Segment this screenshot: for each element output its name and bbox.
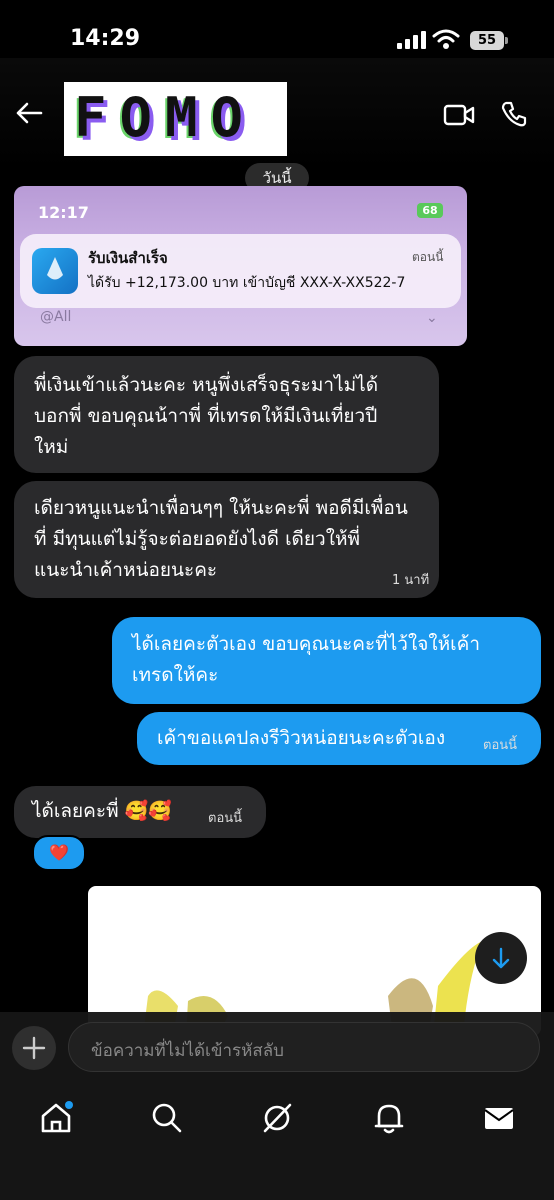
messages-envelope-icon[interactable] [481,1100,517,1136]
screenshot-mention: @All [40,309,72,325]
message-timestamp: ตอนนี้ [208,811,243,826]
scroll-to-bottom-button[interactable] [475,932,527,984]
search-icon[interactable] [149,1100,185,1136]
signal-icon [397,31,426,49]
notification-body: ได้รับ +12,173.00 บาท เข้าบัญชี XXX-X-XX… [88,275,406,291]
add-attachment-button[interactable] [12,1026,56,1070]
message-line: เดียวหนูแนะนำเพื่อนๆๆ ให้นะคะพี่ พอดีมีเ… [34,497,408,519]
message-line: ที่ มีทุนแต่ไม่รู้จะต่อยอดยังไงดี เดียวใ… [34,528,361,550]
message-line: พี่เงินเข้าแล้วนะคะ หนูพึ่งเสร็จธุระมาไม… [34,374,379,396]
message-line: ได้เลยคะพี่ 🥰🥰 [32,800,172,822]
message-bubble[interactable]: พี่เงินเข้าแล้วนะคะ หนูพึ่งเสร็จธุระมาไม… [14,356,439,473]
heart-reaction[interactable]: ❤️ [32,835,86,871]
bank-app-icon [32,248,78,294]
group-title[interactable]: FOMO [74,86,256,149]
message-timestamp: 1 นาที [392,573,430,588]
home-icon[interactable] [38,1100,74,1136]
message-line: ใหม่ [34,436,69,458]
message-line: เค้าขอแคปลงรีวิวหน่อยนะคะตัวเอง [157,727,446,749]
message-line: บอกพี่ ขอบคุณน้าาพี่ ที่เทรดให้มีเงินเที… [34,405,378,427]
message-bubble[interactable]: เดียวหนูแนะนำเพื่อนๆๆ ให้นะคะพี่ พอดีมีเ… [14,481,439,598]
grok-icon[interactable] [259,1100,295,1136]
screenshot-time: 12:17 [38,203,89,222]
back-arrow-icon[interactable] [14,98,44,128]
message-bubble[interactable]: เค้าขอแคปลงรีวิวหน่อยนะคะตัวเอง ตอนนี้ [137,712,541,765]
message-timestamp: ตอนนี้ [483,738,518,753]
notification-time: ตอนนี้ [412,250,444,264]
chevron-down-icon: ⌄ [426,310,438,326]
shared-screenshot-image[interactable]: 12:17 68 รับเงินสำเร็จ ตอนนี้ ได้รับ +12… [14,186,467,346]
message-line: เทรดให้คะ [132,664,219,686]
screenshot-battery: 68 [417,203,443,218]
arrow-down-icon [492,947,510,969]
battery-tip [505,37,508,44]
battery-indicator: 55 [470,31,504,50]
message-line: แนะนำเค้าหน่อยนะคะ [34,559,218,581]
message-bubble[interactable]: ได้เลยคะตัวเอง ขอบคุณนะคะที่ไว้ใจให้เค้า… [112,617,541,704]
bank-notification: รับเงินสำเร็จ ตอนนี้ ได้รับ +12,173.00 บ… [20,234,461,308]
phone-call-icon[interactable] [500,100,528,128]
status-time: 14:29 [70,26,141,51]
notification-title: รับเงินสำเร็จ [88,249,168,267]
wifi-icon [432,29,460,49]
message-input[interactable]: ข้อความที่ไม่ได้เข้ารหัสลับ [68,1022,540,1072]
video-call-icon[interactable] [443,103,475,127]
message-line: ได้เลยคะตัวเอง ขอบคุณนะคะที่ไว้ใจให้เค้า [132,633,481,655]
message-input-placeholder: ข้อความที่ไม่ได้เข้ารหัสลับ [91,1041,284,1061]
notifications-bell-icon[interactable] [371,1100,407,1136]
plus-icon [22,1036,46,1060]
message-bubble[interactable]: ได้เลยคะพี่ 🥰🥰 ตอนนี้ [14,786,266,838]
